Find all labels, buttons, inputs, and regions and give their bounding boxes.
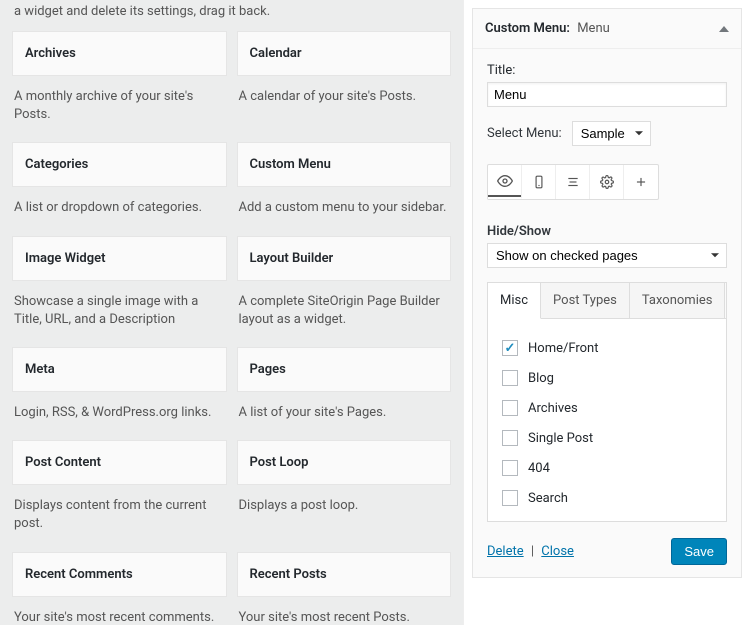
widget-desc: Showcase a single image with a Title, UR…	[12, 281, 227, 337]
widget-desc: Your site's most recent Posts.	[237, 597, 452, 625]
widget-desc: A list or dropdown of categories.	[12, 187, 227, 225]
hide-show-dropdown[interactable]: Show on checked pages	[487, 243, 727, 268]
widget-desc: Login, RSS, & WordPress.org links.	[12, 392, 227, 430]
check-item[interactable]: 404	[502, 453, 712, 483]
checkbox[interactable]	[502, 370, 518, 386]
save-button[interactable]: Save	[671, 538, 727, 565]
widget-card: Recent CommentsYour site's most recent c…	[12, 552, 227, 625]
gear-icon[interactable]	[590, 165, 624, 199]
panel-header[interactable]: Custom Menu: Menu	[473, 9, 741, 48]
eye-icon[interactable]	[488, 165, 522, 199]
widget-card: Image WidgetShowcase a single image with…	[12, 236, 227, 337]
check-label: Single Post	[528, 431, 593, 446]
check-label: 404	[528, 461, 550, 476]
check-item[interactable]: Blog	[502, 363, 712, 393]
collapse-icon[interactable]	[719, 26, 729, 32]
widget-title[interactable]: Post Loop	[237, 440, 452, 485]
widget-card: CalendarA calendar of your site's Posts.	[237, 31, 452, 132]
widget-title[interactable]: Layout Builder	[237, 236, 452, 281]
visibility-tab[interactable]: Misc	[488, 283, 541, 319]
visibility-tabs: MiscPost TypesTaxonomies Home/Front Blog A…	[487, 282, 727, 522]
select-menu-label: Select Menu:	[487, 126, 562, 141]
checkbox[interactable]	[502, 490, 518, 506]
check-label: Home/Front	[528, 341, 599, 356]
widget-icon-tabs	[487, 164, 659, 200]
widget-panel: Custom Menu: Menu Title: Select Menu: Sa…	[472, 8, 742, 578]
checkbox[interactable]	[502, 430, 518, 446]
select-menu-dropdown[interactable]: Sample	[572, 121, 651, 146]
panel-subtitle: Menu	[577, 21, 610, 36]
widget-card: Layout BuilderA complete SiteOrigin Page…	[237, 236, 452, 337]
widget-card: Custom MenuAdd a custom menu to your sid…	[237, 142, 452, 225]
check-label: Blog	[528, 371, 554, 386]
widget-desc: A monthly archive of your site's Posts.	[12, 76, 227, 132]
widget-settings-column: Custom Menu: Menu Title: Select Menu: Sa…	[463, 0, 750, 625]
check-label: Archives	[528, 401, 578, 416]
checkbox[interactable]	[502, 460, 518, 476]
check-label: Search	[528, 491, 568, 506]
widget-card: Post ContentDisplays content from the cu…	[12, 440, 227, 541]
visibility-tab[interactable]: Taxonomies	[630, 283, 726, 318]
mobile-icon[interactable]	[522, 165, 556, 199]
widget-desc: A calendar of your site's Posts.	[237, 76, 452, 114]
widget-card: Recent PostsYour site's most recent Post…	[237, 552, 452, 625]
delete-link[interactable]: Delete	[487, 544, 524, 559]
check-item[interactable]: Single Post	[502, 423, 712, 453]
widget-title[interactable]: Archives	[12, 31, 227, 76]
widget-title[interactable]: Post Content	[12, 440, 227, 485]
widget-card: PagesA list of your site's Pages.	[237, 347, 452, 430]
checkbox[interactable]	[502, 340, 518, 356]
widget-title[interactable]: Image Widget	[12, 236, 227, 281]
plus-icon[interactable]	[624, 165, 658, 199]
widget-title[interactable]: Recent Posts	[237, 552, 452, 597]
check-item[interactable]: Search	[502, 483, 712, 513]
widget-title[interactable]: Recent Comments	[12, 552, 227, 597]
widget-title[interactable]: Custom Menu	[237, 142, 452, 187]
widget-desc: A complete SiteOrigin Page Builder layou…	[237, 281, 452, 337]
hide-show-label: Hide/Show	[487, 224, 727, 239]
widget-title[interactable]: Categories	[12, 142, 227, 187]
widget-desc: A list of your site's Pages.	[237, 392, 452, 430]
widget-card: Post LoopDisplays a post loop.	[237, 440, 452, 541]
panel-name: Custom Menu:	[485, 21, 570, 36]
widget-card: CategoriesA list or dropdown of categori…	[12, 142, 227, 225]
check-item[interactable]: Archives	[502, 393, 712, 423]
align-icon[interactable]	[556, 165, 590, 199]
title-label: Title:	[487, 63, 727, 78]
title-input[interactable]	[487, 82, 727, 107]
intro-text: a widget and delete its settings, drag i…	[12, 0, 451, 31]
widget-desc: Add a custom menu to your sidebar.	[237, 187, 452, 225]
widget-card: MetaLogin, RSS, & WordPress.org links.	[12, 347, 227, 430]
widget-desc: Displays a post loop.	[237, 485, 452, 523]
close-link[interactable]: Close	[541, 544, 574, 559]
widget-desc: Your site's most recent comments.	[12, 597, 227, 625]
available-widgets-panel: a widget and delete its settings, drag i…	[0, 0, 463, 625]
widget-title[interactable]: Meta	[12, 347, 227, 392]
widget-title[interactable]: Pages	[237, 347, 452, 392]
visibility-tab[interactable]: Post Types	[541, 283, 630, 318]
check-item[interactable]: Home/Front	[502, 333, 712, 363]
widget-card: ArchivesA monthly archive of your site's…	[12, 31, 227, 132]
widget-desc: Displays content from the current post.	[12, 485, 227, 541]
checkbox[interactable]	[502, 400, 518, 416]
widget-title[interactable]: Calendar	[237, 31, 452, 76]
